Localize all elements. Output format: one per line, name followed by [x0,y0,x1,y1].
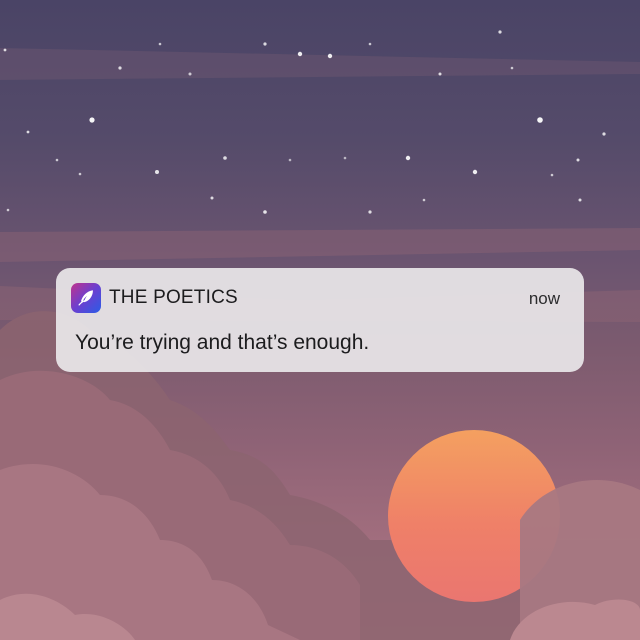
quill-feather-icon [71,283,101,313]
notification-timestamp: now [528,289,560,308]
app-name: THE POETICS [109,287,238,308]
notification-message: You’re trying and that’s enough. [75,331,370,354]
notification-banner[interactable]: THE POETICS now You’re trying and that’s… [56,268,584,372]
lock-screen: THE POETICS now You’re trying and that’s… [0,0,640,640]
